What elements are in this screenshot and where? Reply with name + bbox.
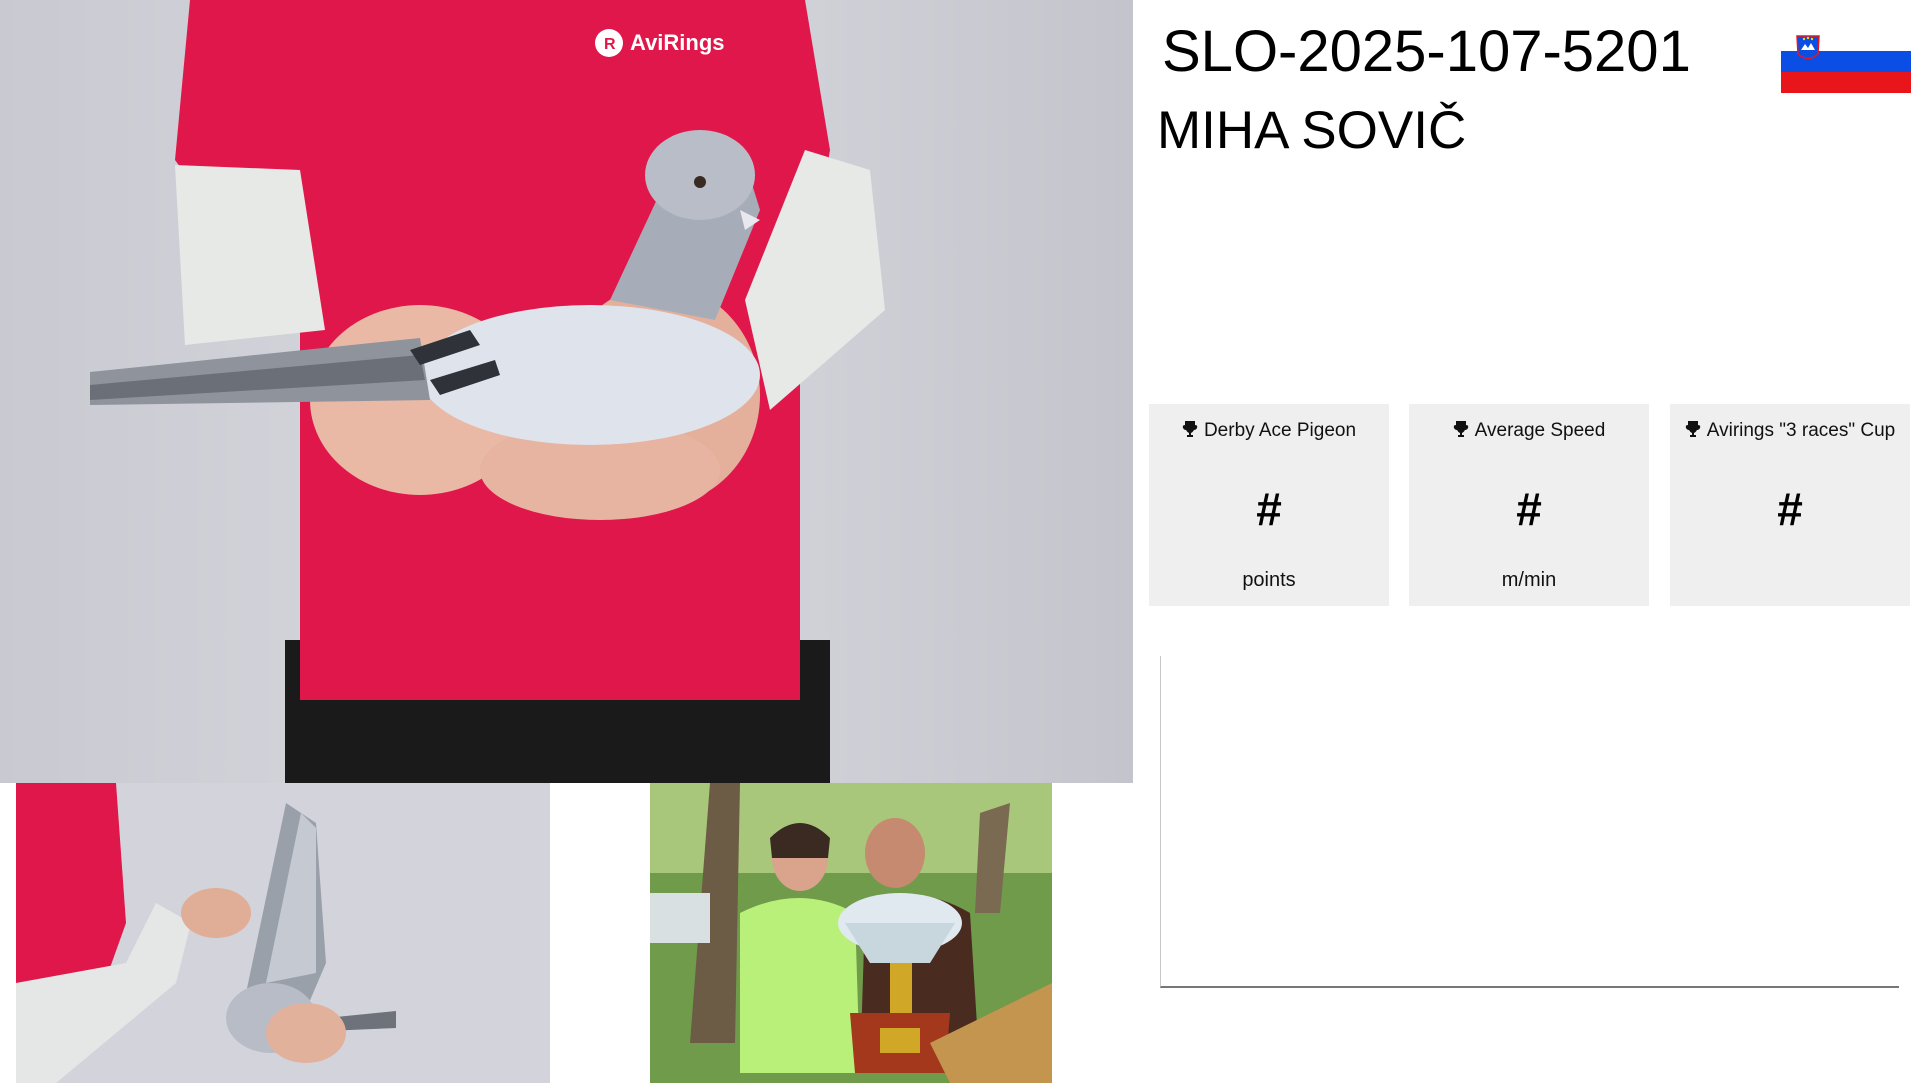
slovenia-flag-icon	[1781, 30, 1911, 93]
owner-name: MIHA SOVIČ	[1157, 101, 1467, 160]
svg-text:AviRings: AviRings	[630, 30, 725, 55]
stat-card-average-speed: Average Speed # m/min	[1409, 404, 1649, 606]
wing-photo	[16, 783, 550, 1083]
stat-unit: m/min	[1501, 569, 1557, 591]
trophy-icon	[1685, 420, 1701, 444]
owner-trophy-photo	[650, 783, 1052, 1083]
stat-label: Average Speed	[1474, 420, 1606, 441]
main-pigeon-photo: R AviRings	[0, 0, 1133, 783]
ring-number: SLO-2025-107-5201	[1162, 19, 1691, 84]
stat-card-3-races-cup: Avirings "3 races" Cup #	[1670, 404, 1910, 606]
trophy-icon	[1453, 420, 1469, 444]
trophy-icon	[1182, 420, 1198, 444]
stat-value: #	[1516, 483, 1542, 535]
stat-value: #	[1256, 483, 1282, 535]
stat-label: Derby Ace Pigeon	[1203, 420, 1357, 441]
svg-text:R: R	[604, 36, 616, 53]
stat-card-derby-ace-pigeon: Derby Ace Pigeon # points	[1149, 404, 1389, 606]
stat-label: Avirings "3 races" Cup	[1706, 420, 1896, 441]
results-chart-area	[1160, 656, 1899, 988]
stat-unit: points	[1242, 569, 1296, 591]
stat-value: #	[1777, 483, 1803, 535]
